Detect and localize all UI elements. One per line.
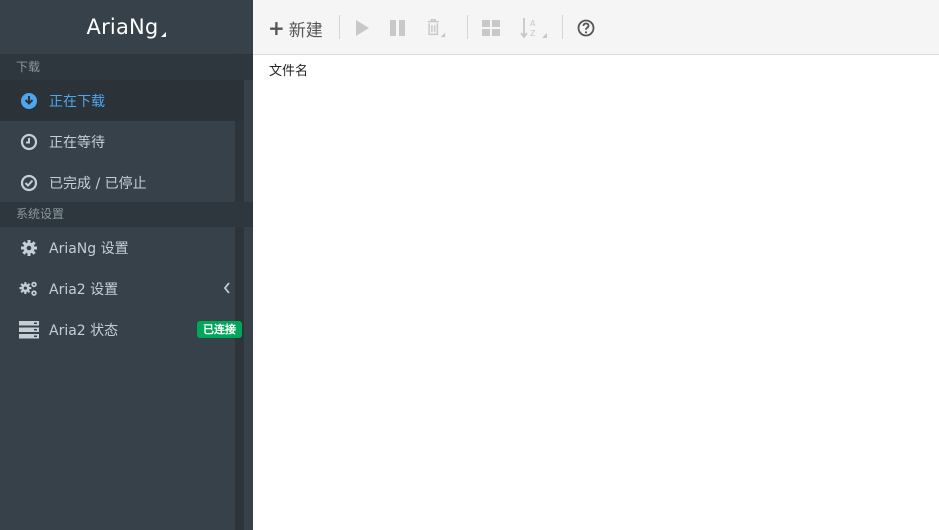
sidebar-item-label: Aria2 设置 <box>49 281 119 298</box>
toolbar: + 新建 A Z <box>253 0 939 55</box>
sidebar-item-label: 已完成 / 已停止 <box>49 175 147 192</box>
plus-icon: + <box>268 16 285 40</box>
brand-logo[interactable]: AriaNg <box>0 0 253 55</box>
sidebar-item-label: 正在下载 <box>49 93 105 110</box>
sidebar-item-aria2-status[interactable]: Aria2 状态 已连接 <box>0 309 244 350</box>
toolbar-divider <box>562 15 563 39</box>
sidebar-item-label: Aria2 状态 <box>49 322 119 339</box>
sidebar-item-downloading[interactable]: 正在下载 <box>0 80 244 121</box>
sidebar-item-ariang-settings[interactable]: AriaNg 设置 <box>0 227 244 268</box>
sort-az-icon[interactable]: A Z <box>520 17 550 39</box>
sidebar-item-waiting[interactable]: 正在等待 <box>0 121 244 162</box>
pause-icon[interactable] <box>387 17 409 39</box>
caret-down-icon <box>161 31 167 37</box>
check-circle-icon <box>19 173 39 193</box>
brand-title: AriaNg <box>86 15 159 39</box>
svg-text:A: A <box>530 19 536 28</box>
new-task-button[interactable]: + 新建 <box>268 15 323 41</box>
sidebar-item-label: 正在等待 <box>49 134 105 151</box>
sidebar-item-aria2-settings[interactable]: Aria2 设置 <box>0 268 244 309</box>
grid-icon[interactable] <box>480 17 502 39</box>
clock-icon <box>19 132 39 152</box>
section-header-settings: 系统设置 <box>0 202 253 227</box>
gears-icon <box>19 279 39 299</box>
toolbar-divider <box>467 15 468 39</box>
toolbar-divider <box>339 15 340 39</box>
sidebar-item-completed[interactable]: 已完成 / 已停止 <box>0 162 244 203</box>
chevron-left-icon[interactable] <box>222 281 232 299</box>
sidebar-item-label: AriaNg 设置 <box>49 240 129 257</box>
play-icon[interactable] <box>351 17 373 39</box>
svg-text:Z: Z <box>530 29 536 38</box>
gear-icon <box>19 238 39 258</box>
trash-icon[interactable] <box>425 17 447 39</box>
new-task-label: 新建 <box>288 20 323 41</box>
column-header-filename[interactable]: 文件名 <box>269 60 308 79</box>
sidebar: AriaNg 下载 正在下载 正在等待 已完成 / 已停止 系统设置 AriaN… <box>0 0 253 530</box>
server-icon <box>19 320 39 340</box>
download-circle-icon <box>19 91 39 111</box>
section-header-download: 下载 <box>0 55 253 80</box>
connection-status-badge: 已连接 <box>197 321 242 338</box>
help-icon[interactable] <box>575 17 597 39</box>
